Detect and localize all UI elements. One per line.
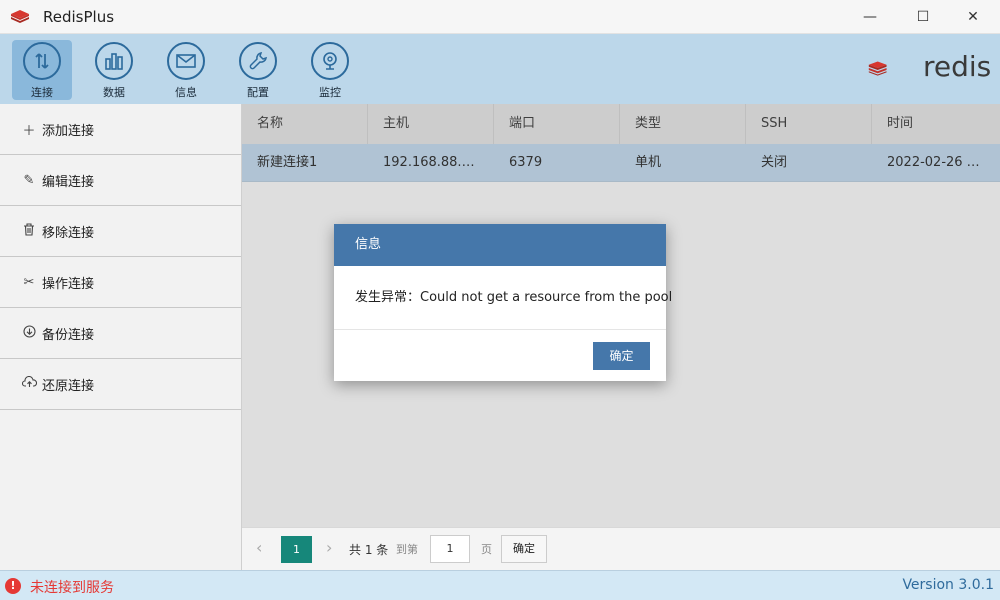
connection-status: 未连接到服务 [30,580,114,596]
tool-label: 信息 [175,86,197,99]
sidebar-item-operate-connection[interactable]: ✂ 操作连接 [0,257,241,308]
trash-icon [20,222,38,240]
close-button[interactable]: ✕ [955,0,991,34]
tool-info[interactable]: 信息 [156,40,216,100]
sidebar-item-remove-connection[interactable]: 移除连接 [0,206,241,257]
pagination: ‹ 1 › 共 1 条 到第 1 页 确定 [242,527,1000,570]
plus-icon: ＋ [22,123,36,139]
app-title: RedisPlus [43,8,115,26]
minimize-button[interactable]: — [852,0,888,34]
current-page-button[interactable]: 1 [281,536,312,563]
prev-page-icon[interactable]: ‹ [256,538,262,557]
sidebar-item-label: 编辑连接 [42,174,95,190]
sidebar-item-edit-connection[interactable]: ✎ 编辑连接 [0,155,241,206]
tools-icon: ✂ [23,274,35,290]
page-unit-label: 页 [481,543,492,556]
status-bar: ! 未连接到服务 Version 3.0.1 [0,570,1000,600]
goto-confirm-button[interactable]: 确定 [501,535,547,563]
redis-brand-logo-icon [868,61,887,76]
tool-data[interactable]: 数据 [84,40,144,100]
envelope-icon [167,42,205,80]
error-icon: ! [5,578,21,594]
wrench-icon [239,42,277,80]
next-page-icon[interactable]: › [326,538,332,557]
tool-label: 监控 [319,86,341,99]
tool-connections[interactable]: 连接 [12,40,72,100]
sidebar-item-label: 添加连接 [42,123,95,139]
download-circle-icon [20,324,38,342]
sidebar: ＋ 添加连接 ✎ 编辑连接 移除连接 ✂ 操作连接 备份连接 还原连接 [0,104,242,570]
brand-text: redis [923,50,992,83]
title-bar: RedisPlus — ☐ ✕ [0,0,1000,34]
dialog-ok-button[interactable]: 确定 [593,342,650,370]
version-label: Version 3.0.1 [902,577,994,593]
swap-arrows-icon [23,42,61,80]
cloud-upload-icon [20,375,38,392]
sidebar-item-label: 还原连接 [42,378,95,394]
webcam-icon [311,42,349,80]
total-count: 共 1 条 [349,543,389,557]
tool-monitor[interactable]: 监控 [300,40,360,100]
tool-label: 配置 [247,86,269,99]
sidebar-item-backup-connection[interactable]: 备份连接 [0,308,241,359]
redis-logo-icon [11,10,29,23]
tool-label: 连接 [31,86,53,99]
tool-label: 数据 [103,86,125,99]
dialog-title: 信息 [334,224,666,266]
main-toolbar: 连接 数据 信息 配置 监控 redis [0,34,1000,104]
dialog-message: 发生异常：Could not get a resource from the p… [334,266,672,330]
bar-chart-icon [95,42,133,80]
sidebar-item-label: 备份连接 [42,327,95,343]
info-dialog: 信息 发生异常：Could not get a resource from th… [334,224,672,381]
tool-config[interactable]: 配置 [228,40,288,100]
page-number-input[interactable]: 1 [430,535,470,563]
pencil-icon: ✎ [23,172,35,188]
goto-label: 到第 [396,543,418,556]
maximize-button[interactable]: ☐ [905,0,941,34]
sidebar-item-restore-connection[interactable]: 还原连接 [0,359,241,410]
sidebar-item-label: 移除连接 [42,225,95,241]
sidebar-item-add-connection[interactable]: ＋ 添加连接 [0,104,241,155]
sidebar-item-label: 操作连接 [42,276,95,292]
